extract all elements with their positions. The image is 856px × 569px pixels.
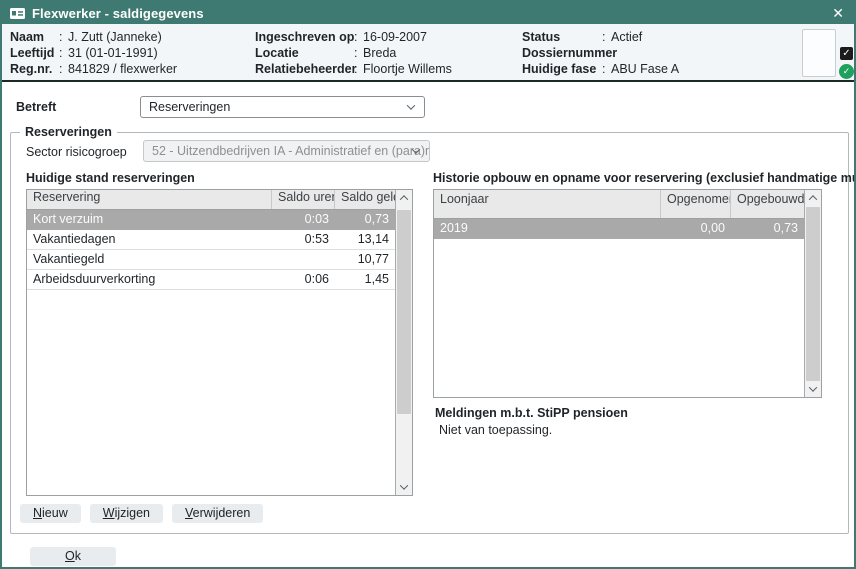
header-field-dossiernummer: Dossiernummer: bbox=[522, 45, 679, 61]
close-icon[interactable]: ✕ bbox=[830, 6, 846, 20]
header-field-naam: Naam:J. Zutt (Janneke) bbox=[10, 29, 177, 45]
header-field-relatiebeheerder: Relatiebeheerder:Floortje Willems bbox=[255, 61, 452, 77]
chevron-down-icon bbox=[407, 101, 415, 109]
table-actions: Nieuw Wijzigen Verwijderen bbox=[20, 504, 263, 523]
scrollbar[interactable] bbox=[804, 190, 821, 397]
column-header-opgenomen: Opgenomen bbox=[661, 190, 731, 218]
nieuw-button[interactable]: Nieuw bbox=[20, 504, 81, 523]
left-table-caption: Huidige stand reserveringen bbox=[26, 171, 195, 185]
status-ok-icon: ✓ bbox=[839, 64, 854, 79]
header-field-huidige-fase: Huidige fase:ABU Fase A bbox=[522, 61, 679, 77]
historie-table-content: Loonjaar Opgenomen Opgebouwd 2019 0,00 0… bbox=[434, 190, 804, 397]
verwijderen-button[interactable]: Verwijderen bbox=[172, 504, 263, 523]
header-checkbox[interactable]: ✓ bbox=[840, 47, 853, 60]
meldingen-title: Meldingen m.b.t. StiPP pensioen bbox=[435, 406, 628, 420]
table-row-arbeidsduurverkorting[interactable]: Arbeidsduurverkorting 0:06 1,45 bbox=[27, 270, 395, 290]
header-column-identity: Naam:J. Zutt (Janneke) Leeftijd:31 (01-0… bbox=[10, 29, 177, 77]
header-field-leeftijd: Leeftijd:31 (01-01-1991) bbox=[10, 45, 177, 61]
header-column-registration: Ingeschreven op:16-09-2007 Locatie:Breda… bbox=[255, 29, 452, 77]
scroll-up-icon[interactable] bbox=[805, 190, 821, 206]
betreft-label: Betreft bbox=[16, 100, 56, 114]
scroll-down-icon[interactable] bbox=[805, 381, 821, 397]
reserveringen-table-content: Reservering Saldo uren Saldo geld Kort v… bbox=[27, 190, 395, 495]
column-header-opgebouwd: Opgebouwd bbox=[731, 190, 804, 218]
header-field-status: Status:Actief bbox=[522, 29, 679, 45]
sector-risicogroep-label: Sector risicogroep bbox=[26, 145, 127, 159]
titlebar: Flexwerker - saldigegevens ✕ bbox=[2, 2, 854, 24]
betreft-dropdown-value: Reserveringen bbox=[149, 100, 230, 114]
table-row-vakantiedagen[interactable]: Vakantiedagen 0:53 13,14 bbox=[27, 230, 395, 250]
column-header-reservering: Reservering bbox=[27, 190, 272, 209]
meldingen-text: Niet van toepassing. bbox=[439, 423, 552, 437]
table-row-kort-verzuim[interactable]: Kort verzuim 0:03 0,73 bbox=[27, 210, 395, 230]
flexwerker-saldigegevens-dialog: Flexwerker - saldigegevens ✕ Naam:J. Zut… bbox=[0, 0, 856, 569]
header-field-ingeschreven-op: Ingeschreven op:16-09-2007 bbox=[255, 29, 452, 45]
groupbox-legend: Reserveringen bbox=[20, 124, 117, 140]
scrollbar[interactable] bbox=[395, 190, 412, 495]
table-row-2019[interactable]: 2019 0,00 0,73 bbox=[434, 219, 804, 239]
wijzigen-button[interactable]: Wijzigen bbox=[90, 504, 163, 523]
column-header-saldo-geld: Saldo geld bbox=[335, 190, 395, 209]
window-title: Flexwerker - saldigegevens bbox=[32, 6, 830, 21]
sector-risicogroep-dropdown: 52 - Uitzendbedrijven IA - Administratie… bbox=[143, 140, 430, 162]
photo-placeholder bbox=[802, 29, 836, 77]
scrollbar-thumb[interactable] bbox=[806, 207, 820, 381]
header-field-locatie: Locatie:Breda bbox=[255, 45, 452, 61]
ok-button[interactable]: Ok bbox=[30, 547, 116, 566]
reserveringen-table: Reservering Saldo uren Saldo geld Kort v… bbox=[26, 189, 413, 496]
table-header-row: Loonjaar Opgenomen Opgebouwd bbox=[434, 190, 804, 219]
scroll-down-icon[interactable] bbox=[396, 479, 412, 495]
right-table-caption: Historie opbouw en opname voor reserveri… bbox=[433, 171, 856, 185]
sector-risicogroep-value: 52 - Uitzendbedrijven IA - Administratie… bbox=[152, 144, 430, 158]
table-header-row: Reservering Saldo uren Saldo geld bbox=[27, 190, 395, 210]
historie-table: Loonjaar Opgenomen Opgebouwd 2019 0,00 0… bbox=[433, 189, 822, 398]
betreft-dropdown[interactable]: Reserveringen bbox=[140, 96, 425, 118]
person-info-header: Naam:J. Zutt (Janneke) Leeftijd:31 (01-0… bbox=[2, 24, 854, 82]
table-row-vakantiegeld[interactable]: Vakantiegeld 10,77 bbox=[27, 250, 395, 270]
header-field-regnr: Reg.nr.:841829 / flexwerker bbox=[10, 61, 177, 77]
column-header-saldo-uren: Saldo uren bbox=[272, 190, 335, 209]
reserveringen-groupbox: Reserveringen Sector risicogroep 52 - Ui… bbox=[10, 132, 849, 534]
header-column-status: Status:Actief Dossiernummer: Huidige fas… bbox=[522, 29, 679, 77]
scrollbar-thumb[interactable] bbox=[397, 210, 411, 414]
column-header-loonjaar: Loonjaar bbox=[434, 190, 661, 218]
scroll-up-icon[interactable] bbox=[396, 190, 412, 206]
contact-card-icon bbox=[10, 8, 25, 19]
